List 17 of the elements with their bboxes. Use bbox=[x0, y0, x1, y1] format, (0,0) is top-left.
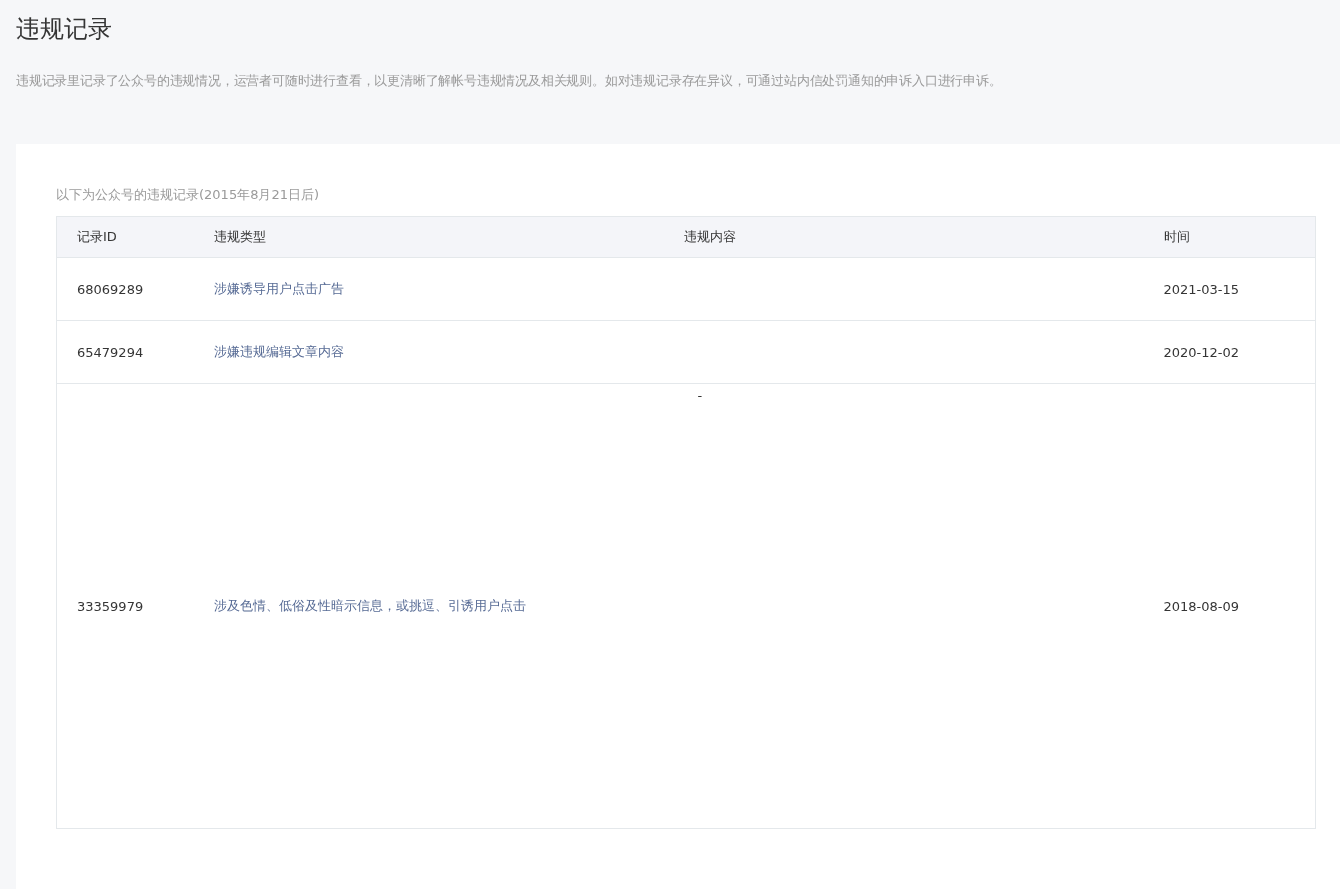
violation-content: - bbox=[697, 388, 703, 403]
record-id: 65479294 bbox=[77, 344, 144, 360]
page-title: 违规记录 bbox=[15, 14, 113, 45]
violation-type: 涉嫌诱导用户点击广告 bbox=[213, 281, 344, 296]
record-date: 2021-03-15 bbox=[1163, 281, 1240, 297]
violation-type: 涉嫌违规编辑文章内容 bbox=[213, 344, 344, 359]
column-header: 时间 bbox=[1163, 229, 1190, 244]
record-id: 68069289 bbox=[77, 281, 144, 297]
record-date: 2018-08-09 bbox=[1163, 598, 1240, 614]
record-id: 33359979 bbox=[77, 598, 144, 614]
table-caption: 以下为公众号的违规记录(2015年8月21日后) bbox=[56, 186, 321, 204]
violation-type: 涉及色情、低俗及性暗示信息，或挑逗、引诱用户点击 bbox=[213, 598, 526, 613]
column-header: 违规类型 bbox=[213, 229, 266, 244]
column-header: 违规内容 bbox=[683, 229, 736, 244]
column-header: 记录ID bbox=[77, 229, 117, 244]
page-description: 违规记录里记录了公众号的违规情况，运营者可随时进行查看，以更清晰了解帐号违规情况及相关规则。如对违规记录存在异议，可通过站内信处罚通知的申诉入口进行申诉。 bbox=[16, 72, 1003, 90]
record-date: 2020-12-02 bbox=[1163, 344, 1240, 360]
